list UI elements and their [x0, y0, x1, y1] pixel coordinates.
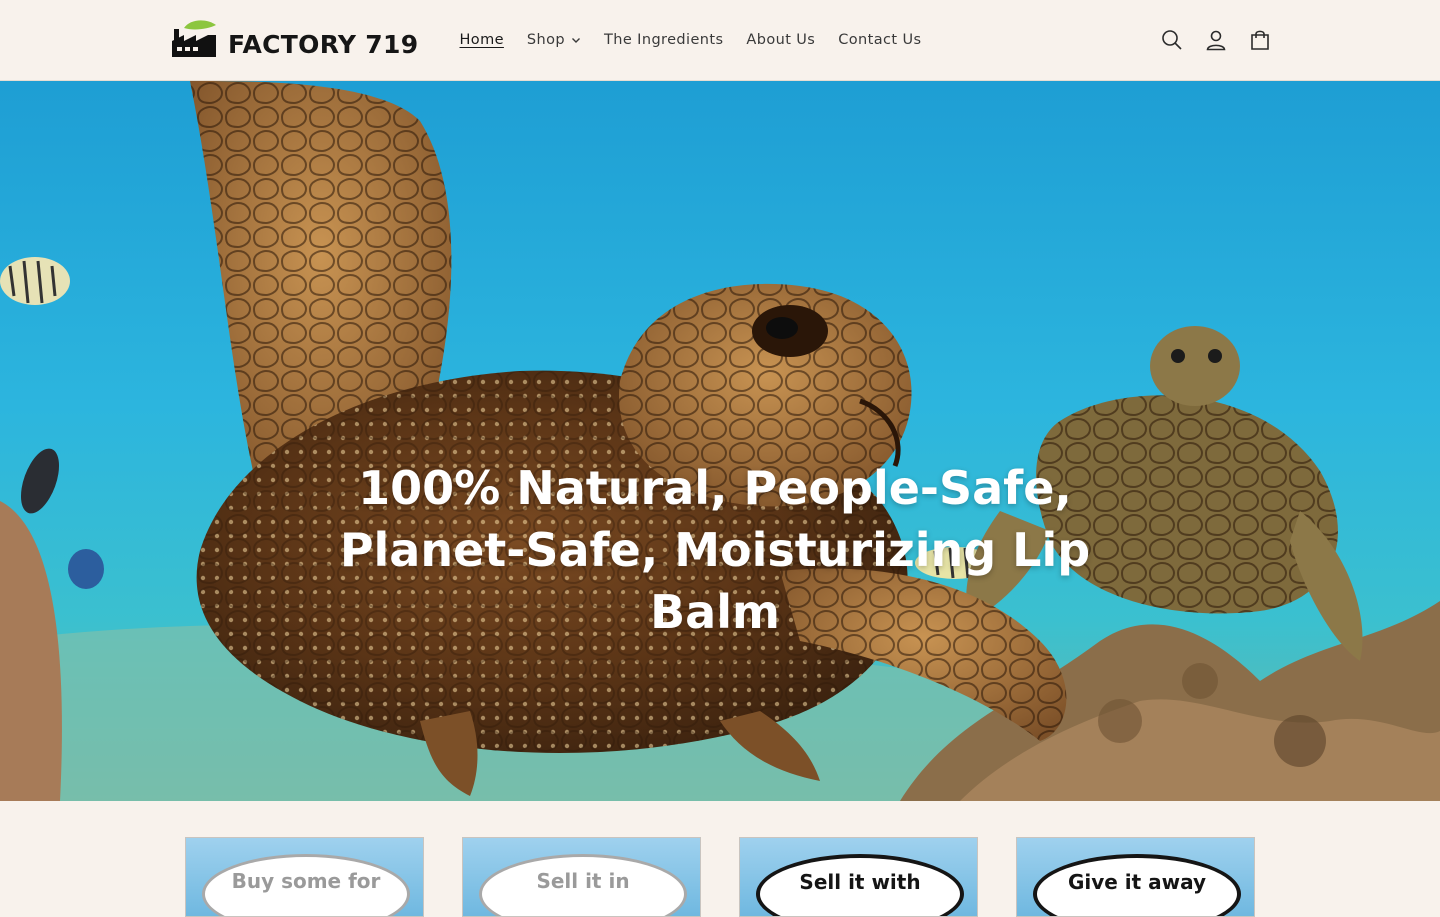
header-icons	[1150, 20, 1282, 60]
cart-icon	[1251, 30, 1269, 50]
nav-item-contact[interactable]: Contact Us	[827, 32, 933, 48]
speech-bubble: Sell it in	[479, 854, 687, 916]
factory-logo-icon	[172, 20, 216, 57]
card-label: Sell it in	[536, 869, 630, 893]
nav-item-label: About Us	[746, 32, 816, 48]
nav-item-home[interactable]: Home	[448, 32, 515, 48]
account-button[interactable]	[1194, 20, 1238, 60]
nav-item-shop[interactable]: Shop	[515, 32, 592, 48]
logo-link[interactable]: FACTORY 719	[170, 18, 418, 62]
speech-bubble: Buy some for	[202, 854, 410, 916]
card-label: Sell it with	[799, 870, 921, 894]
card-label: Buy some for	[231, 869, 381, 893]
nav-item-label: Shop	[526, 32, 565, 48]
account-icon	[1206, 30, 1226, 51]
feature-cards: Buy some for Sell it in Sell it with Giv…	[185, 837, 1255, 917]
nav-item-label: Home	[459, 32, 504, 48]
search-icon	[1162, 30, 1182, 50]
site-header: FACTORY 719 Home Shop The Ingredients Ab…	[0, 0, 1440, 81]
speech-bubble: Give it away	[1033, 854, 1241, 916]
main-nav: Home Shop The Ingredients About Us Conta…	[448, 0, 933, 80]
nav-item-ingredients[interactable]: The Ingredients	[593, 32, 735, 48]
chevron-down-icon	[572, 38, 580, 43]
nav-item-about[interactable]: About Us	[735, 32, 827, 48]
nav-item-label: The Ingredients	[604, 32, 724, 48]
hero-title: 100% Natural, People-Safe, Planet-Safe, …	[339, 461, 1091, 639]
card-label: Give it away	[1067, 870, 1207, 894]
card-give-away[interactable]: Give it away	[1016, 837, 1255, 917]
nav-item-label: Contact Us	[838, 32, 922, 48]
card-buy[interactable]: Buy some for	[185, 837, 424, 917]
card-sell-in[interactable]: Sell it in	[462, 837, 701, 917]
brand-name: FACTORY 719	[228, 29, 419, 59]
hero-banner: 100% Natural, People-Safe, Planet-Safe, …	[0, 81, 1440, 801]
hero-sea-turtle-image	[0, 81, 1440, 801]
card-sell-with[interactable]: Sell it with	[739, 837, 978, 917]
search-button[interactable]	[1150, 20, 1194, 60]
speech-bubble: Sell it with	[756, 854, 964, 916]
cart-button[interactable]	[1238, 20, 1282, 60]
